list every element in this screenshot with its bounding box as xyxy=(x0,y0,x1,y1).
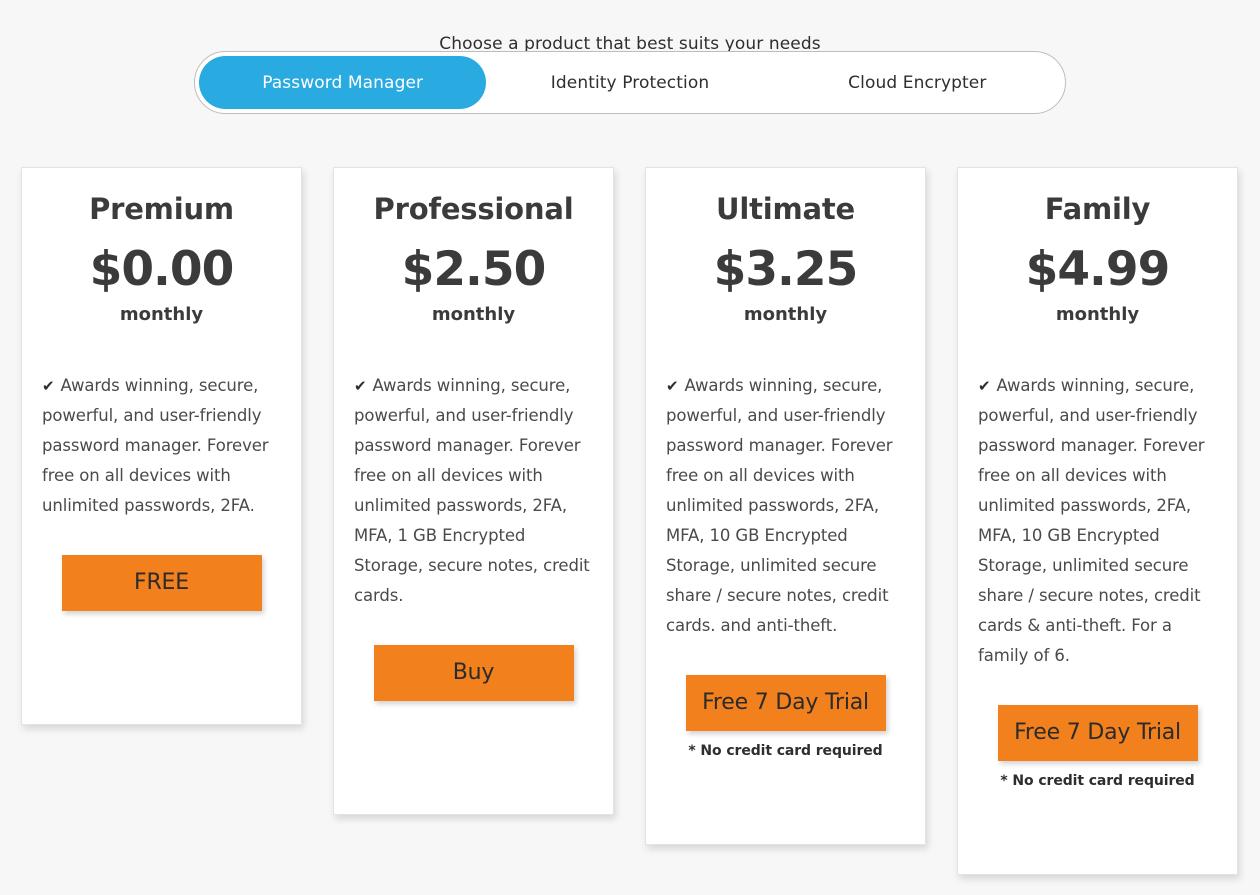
plan-features: ✔ Awards winning, secure, powerful, and u… xyxy=(354,371,593,611)
tab-cloud-encrypter[interactable]: Cloud Encrypter xyxy=(774,56,1061,109)
plan-name: Premium xyxy=(89,192,234,226)
check-icon: ✔ xyxy=(978,377,991,395)
plan-cta-button[interactable]: FREE xyxy=(61,555,262,611)
plan-name: Ultimate xyxy=(715,192,855,226)
plan-cta-area: FREE xyxy=(42,555,281,611)
plan-price: $4.99 xyxy=(1025,242,1171,297)
plan-features: ✔ Awards winning, secure, powerful, and u… xyxy=(978,371,1217,671)
plan-cta-note: * No credit card required xyxy=(1000,773,1195,789)
plan-features-text: Awards winning, secure, powerful, and us… xyxy=(354,376,590,605)
plan-cta-button[interactable]: Free 7 Day Trial xyxy=(997,705,1198,761)
plan-period: monthly xyxy=(431,304,516,325)
plan-card-list: Premium $0.00 monthly ✔ Awards winning, s… xyxy=(0,167,1260,887)
plan-card-professional: Professional $2.50 monthly ✔ Awards winni… xyxy=(333,167,614,815)
plan-features-text: Awards winning, secure, powerful, and us… xyxy=(666,376,893,635)
product-switcher: Password Manager Identity Protection Clo… xyxy=(194,51,1066,114)
check-icon: ✔ xyxy=(354,377,367,395)
plan-cta-area: Buy xyxy=(354,645,593,701)
plan-period: monthly xyxy=(743,304,828,325)
plan-features: ✔ Awards winning, secure, powerful, and u… xyxy=(42,371,281,521)
plan-card-ultimate: Ultimate $3.25 monthly ✔ Awards winning, … xyxy=(645,167,926,845)
plan-name: Professional xyxy=(373,192,574,226)
plan-price: $0.00 xyxy=(89,242,235,297)
plan-period: monthly xyxy=(119,304,204,325)
plan-card-premium: Premium $0.00 monthly ✔ Awards winning, s… xyxy=(21,167,302,725)
plan-card-family: Family $4.99 monthly ✔ Awards winning, se… xyxy=(957,167,1238,875)
plan-cta-area: Free 7 Day Trial * No credit card requir… xyxy=(978,705,1217,789)
plan-price: $3.25 xyxy=(713,242,859,297)
plan-features-text: Awards winning, secure, powerful, and us… xyxy=(978,376,1205,665)
tab-password-manager[interactable]: Password Manager xyxy=(199,56,487,109)
plan-price: $2.50 xyxy=(401,242,547,297)
check-icon: ✔ xyxy=(666,377,679,395)
plan-cta-button[interactable]: Free 7 Day Trial xyxy=(685,675,886,731)
check-icon: ✔ xyxy=(42,377,55,395)
plan-cta-note: * No credit card required xyxy=(688,743,883,759)
tab-identity-protection[interactable]: Identity Protection xyxy=(486,56,773,109)
plan-period: monthly xyxy=(1055,304,1140,325)
plan-cta-button[interactable]: Buy xyxy=(373,645,574,701)
plan-features-text: Awards winning, secure, powerful, and us… xyxy=(42,376,269,515)
plan-name: Family xyxy=(1044,192,1151,226)
plan-features: ✔ Awards winning, secure, powerful, and u… xyxy=(666,371,905,641)
plan-cta-area: Free 7 Day Trial * No credit card requir… xyxy=(666,675,905,759)
